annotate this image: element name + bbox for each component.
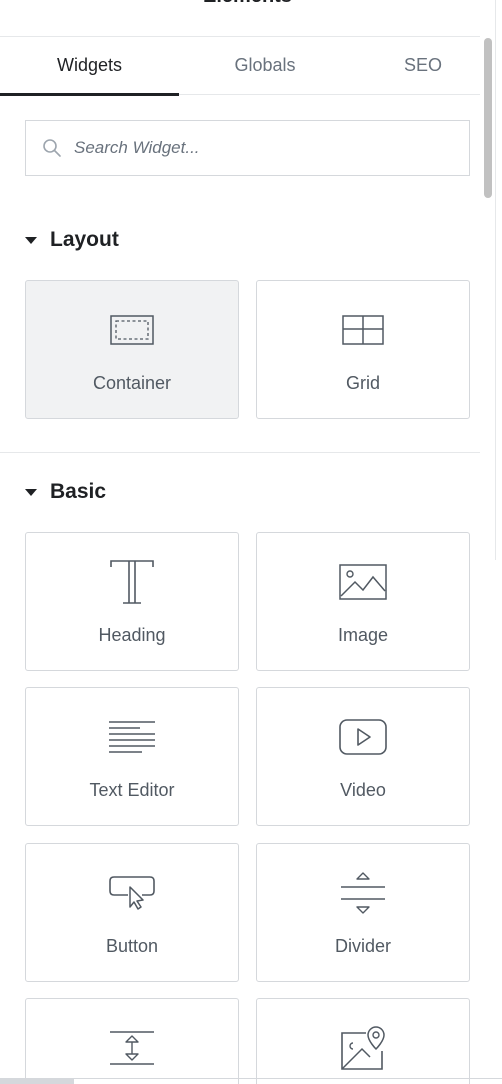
- search-icon: [42, 138, 62, 158]
- tab-widgets[interactable]: Widgets: [0, 37, 179, 96]
- widget-label: Divider: [334, 936, 391, 956]
- widget-label: Image: [337, 625, 389, 645]
- text-editor-icon: [26, 714, 238, 760]
- widget-spacer[interactable]: [25, 998, 239, 1084]
- search-box[interactable]: [25, 120, 470, 176]
- tab-seo[interactable]: SEO: [351, 37, 495, 94]
- caret-down-icon: [25, 237, 37, 244]
- widget-video[interactable]: Video: [256, 687, 470, 826]
- widget-label: Button: [105, 936, 159, 956]
- elements-panel: Elements Widgets Globals SEO Layout Cont…: [0, 0, 502, 1084]
- panel-edge: [495, 0, 496, 560]
- grid-icon: [257, 307, 469, 353]
- widget-button[interactable]: Button: [25, 843, 239, 982]
- widget-heading[interactable]: Heading: [25, 532, 239, 671]
- section-title-basic[interactable]: Basic: [25, 480, 106, 504]
- widget-google-maps[interactable]: [256, 998, 470, 1084]
- heading-icon: [26, 559, 238, 605]
- widget-label: Video: [340, 780, 386, 800]
- video-icon: [257, 714, 469, 760]
- image-icon: [257, 559, 469, 605]
- widget-divider[interactable]: Divider: [256, 843, 470, 982]
- panel-header: Elements: [0, 0, 495, 36]
- widget-text-editor[interactable]: Text Editor: [25, 687, 239, 826]
- caret-down-icon: [25, 489, 37, 496]
- button-icon: [26, 870, 238, 916]
- widget-label: Grid: [345, 373, 380, 393]
- search-input[interactable]: [74, 138, 454, 158]
- panel-tabs: Widgets Globals SEO: [0, 37, 495, 96]
- section-title-layout[interactable]: Layout: [25, 228, 119, 252]
- scrollbar-thumb[interactable]: [484, 38, 492, 198]
- widget-label: Heading: [98, 625, 166, 645]
- google-maps-icon: [257, 1025, 469, 1071]
- widget-label: Text Editor: [89, 780, 175, 800]
- panel-title: Elements: [203, 0, 292, 8]
- widget-image[interactable]: Image: [256, 532, 470, 671]
- spacer-icon: [26, 1025, 238, 1071]
- divider-icon: [257, 870, 469, 916]
- widget-container[interactable]: Container: [25, 280, 239, 419]
- container-icon: [26, 307, 238, 353]
- tab-globals[interactable]: Globals: [179, 37, 351, 94]
- bottom-divider: [74, 1078, 502, 1079]
- section-label-layout: Layout: [50, 228, 119, 251]
- bottom-scrollbar[interactable]: [0, 1078, 74, 1084]
- section-divider: [0, 452, 495, 453]
- section-label-basic: Basic: [50, 480, 107, 503]
- widget-label: Container: [92, 373, 172, 393]
- widget-grid[interactable]: Grid: [256, 280, 470, 419]
